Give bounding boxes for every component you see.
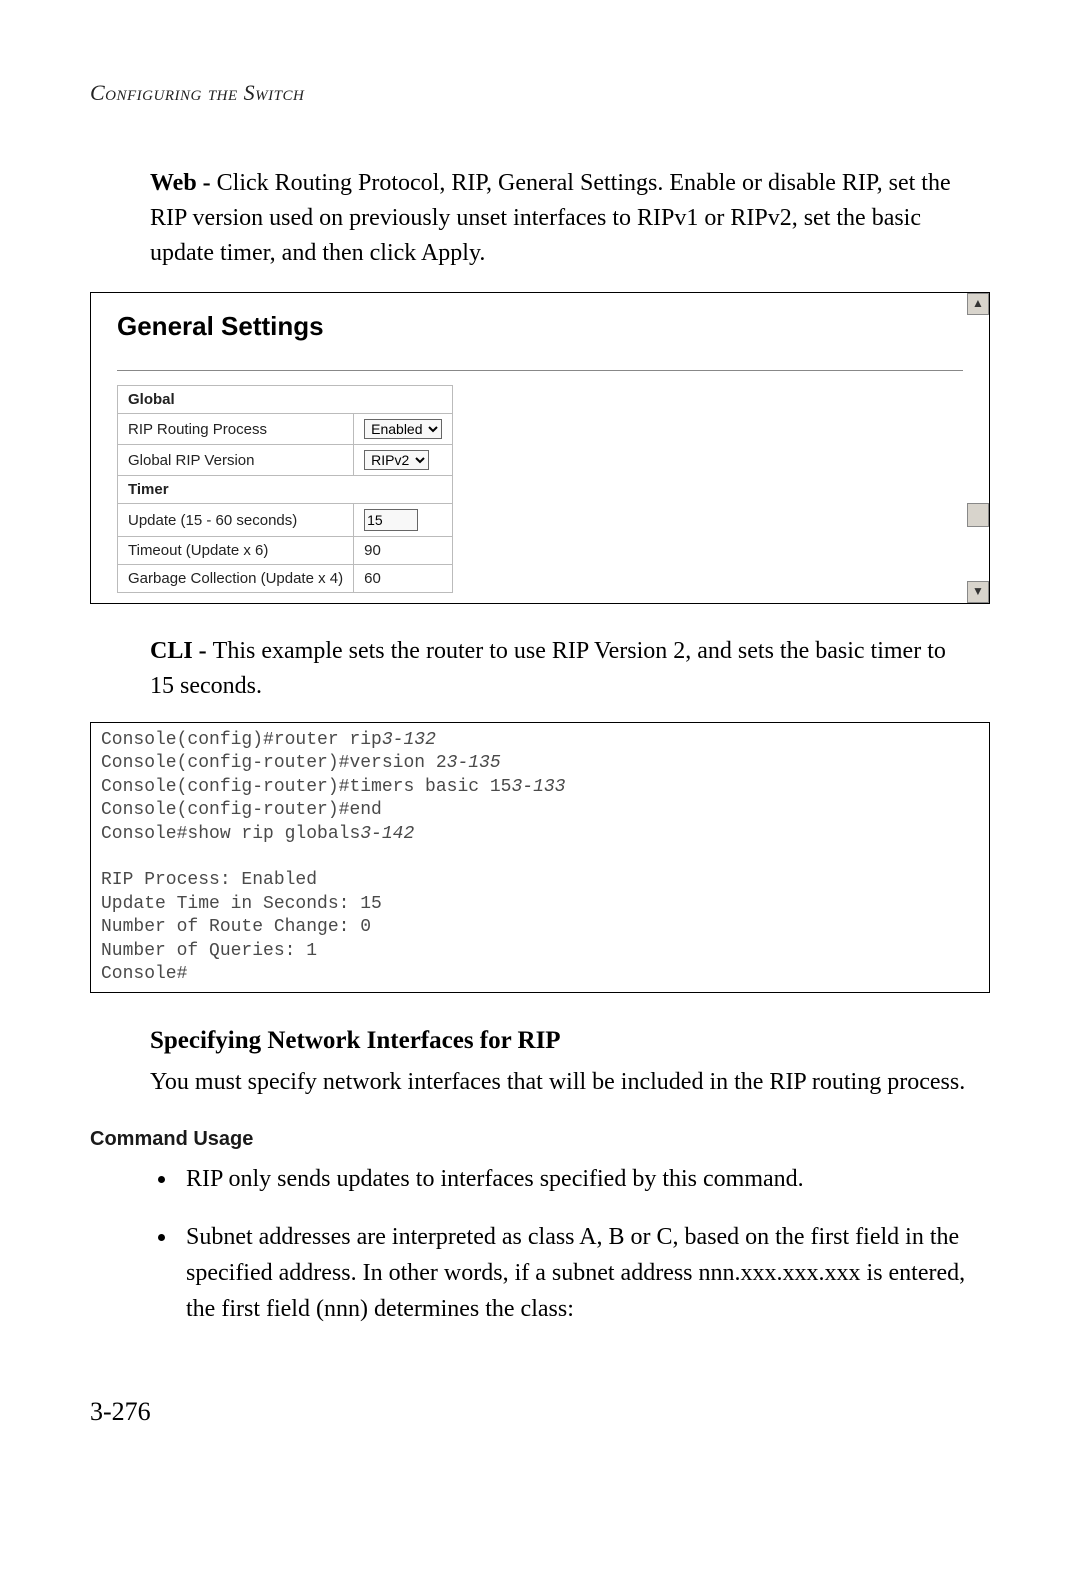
subsection-heading: Specifying Network Interfaces for RIP [150,1027,970,1055]
subsection-paragraph: You must specify network interfaces that… [150,1065,970,1100]
gui-divider [117,370,963,371]
command-usage-list: RIP only sends updates to interfaces spe… [90,1161,990,1327]
cli-example-box: Console(config)#router rip3-132 Console(… [90,722,990,993]
update-label: Update (15 - 60 seconds) [118,504,354,537]
rip-routing-process-select[interactable]: Enabled [364,419,442,439]
scroll-thumb[interactable] [967,503,989,527]
global-section-header: Global [118,386,453,414]
page-number: 3-276 [90,1397,990,1427]
command-usage-heading: Command Usage [90,1128,990,1151]
web-text: Click Routing Protocol, RIP, General Set… [150,170,951,266]
general-settings-screenshot: ▲ ▼ General Settings Global RIP Routing … [90,292,990,604]
web-lead: Web - [150,170,217,196]
cli-lead: CLI - [150,638,213,664]
timeout-label: Timeout (Update x 6) [118,537,354,565]
gui-panel-title: General Settings [117,311,963,342]
gc-value: 60 [354,565,453,593]
list-item: Subnet addresses are interpreted as clas… [178,1219,990,1327]
global-rip-version-select[interactable]: RIPv2 [364,450,429,470]
global-rip-version-label: Global RIP Version [118,445,354,476]
web-paragraph: Web - Click Routing Protocol, RIP, Gener… [150,166,970,270]
scroll-up-button[interactable]: ▲ [967,293,989,315]
rip-routing-process-label: RIP Routing Process [118,414,354,445]
settings-table: Global RIP Routing Process Enabled Globa… [117,385,453,593]
running-header-text: Configuring the Switch [90,80,304,105]
cli-text: This example sets the router to use RIP … [150,638,946,699]
list-item: RIP only sends updates to interfaces spe… [178,1161,990,1197]
cli-paragraph: CLI - This example sets the router to us… [150,634,970,704]
timeout-value: 90 [354,537,453,565]
timer-section-header: Timer [118,476,453,504]
gc-label: Garbage Collection (Update x 4) [118,565,354,593]
update-input[interactable] [364,509,418,531]
scroll-down-button[interactable]: ▼ [967,581,989,603]
running-header: Configuring the Switch [90,80,990,106]
